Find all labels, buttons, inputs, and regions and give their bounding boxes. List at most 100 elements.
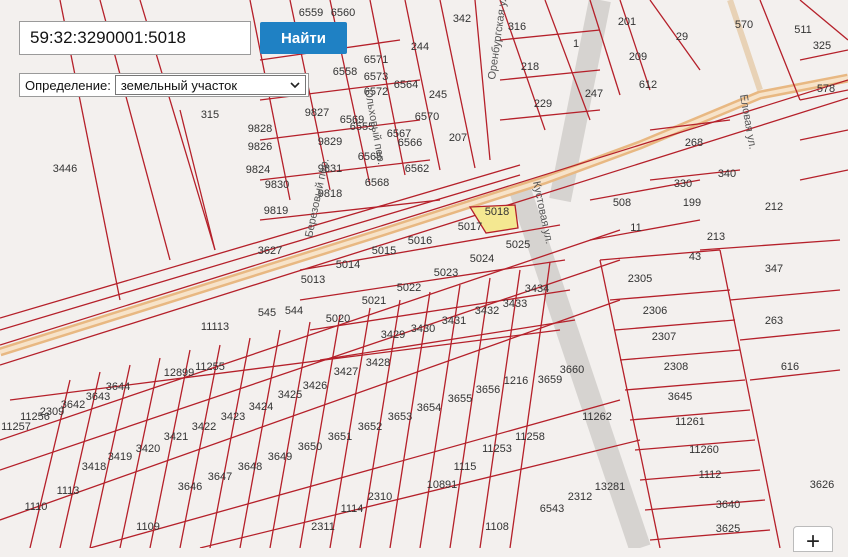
parcel-label: 616	[781, 361, 799, 373]
parcel-label: 5014	[336, 259, 360, 271]
parcel-label: 2311	[311, 521, 335, 533]
parcel-label: 11113	[201, 321, 229, 333]
parcel-label: 11257	[1, 421, 31, 433]
parcel-label: 263	[765, 315, 783, 327]
parcel-label: 340	[718, 168, 736, 180]
parcel-label: 1112	[699, 469, 722, 481]
parcel-label: 11	[630, 222, 641, 234]
parcel-label: 3655	[448, 393, 472, 405]
parcel-label: 11260	[689, 444, 719, 456]
parcel-label: 3660	[560, 364, 584, 376]
parcel-label: 330	[674, 178, 692, 190]
parcel-label: 3419	[108, 451, 132, 463]
parcel-label: 3656	[476, 384, 500, 396]
definition-label: Определение:	[25, 77, 111, 93]
parcel-label: 3431	[442, 315, 466, 327]
parcel-label: 3626	[810, 479, 834, 491]
parcel-label: 1109	[136, 521, 160, 533]
parcel-label: 1115	[454, 461, 477, 473]
parcel-label: 9830	[265, 179, 289, 191]
parcel-label: 3652	[358, 421, 382, 433]
parcel-label: 212	[765, 201, 783, 213]
parcel-label: 5020	[326, 313, 350, 325]
zoom-in-button[interactable]: +	[793, 526, 833, 555]
parcel-label: 3625	[716, 523, 740, 535]
parcel-label: 9828	[248, 123, 272, 135]
parcel-label: 3424	[249, 401, 273, 413]
parcel-label: 2310	[368, 491, 392, 503]
parcel-label: 6568	[365, 177, 389, 189]
parcel-label: 2308	[664, 361, 688, 373]
parcel-label: 3647	[208, 471, 232, 483]
parcel-label: 5025	[506, 239, 530, 251]
parcel-label: 3643	[86, 391, 110, 403]
parcel-label: 6571	[364, 54, 388, 66]
definition-selected-value: земельный участок	[120, 77, 238, 93]
parcel-label: 10891	[427, 479, 458, 491]
parcel-label: 9827	[305, 107, 329, 119]
parcel-label: 6564	[394, 79, 418, 91]
parcel-label: 9819	[264, 205, 288, 217]
chevron-down-icon	[290, 82, 300, 89]
parcel-label: 3646	[178, 481, 202, 493]
parcel-label: 325	[813, 40, 831, 52]
parcel-label: 3627	[258, 245, 282, 257]
parcel-label: 2312	[568, 491, 592, 503]
parcel-label: 3654	[417, 402, 441, 414]
parcel-label: 1113	[57, 485, 80, 497]
parcel-label: 247	[585, 88, 603, 100]
parcel-label: 268	[685, 137, 703, 149]
parcel-label: 6559	[299, 7, 323, 19]
definition-control: Определение: земельный участок	[19, 73, 309, 97]
parcel-label: 6570	[415, 111, 439, 123]
parcel-label: 3421	[164, 431, 188, 443]
parcel-label: 2305	[628, 273, 652, 285]
parcel-label: 3434	[525, 283, 549, 295]
parcel-label: 347	[765, 263, 783, 275]
parcel-label: 199	[683, 197, 701, 209]
parcel-label: 5017	[458, 221, 482, 233]
parcel-label: 11255	[195, 361, 225, 373]
parcel-label: 3432	[475, 305, 499, 317]
parcel-label: 3650	[298, 441, 322, 453]
parcel-label: 3429	[381, 329, 405, 341]
parcel-label: 3418	[82, 461, 106, 473]
parcel-label: 3428	[366, 357, 390, 369]
parcel-label: 2306	[643, 305, 667, 317]
parcel-label: 29	[676, 31, 688, 43]
parcel-label: 201	[618, 16, 636, 28]
parcel-label: 6566	[398, 137, 422, 149]
parcel-label: 508	[613, 197, 631, 209]
parcel-label: 244	[411, 41, 429, 53]
parcel-label: 3425	[278, 389, 302, 401]
parcel-label: 3430	[411, 323, 435, 335]
parcel-label: 3648	[238, 461, 262, 473]
parcel-label: 3649	[268, 451, 292, 463]
parcel-label: 3653	[388, 411, 412, 423]
parcel-label: 11258	[515, 431, 545, 443]
parcel-label: 218	[521, 61, 539, 73]
parcel-label: 5022	[397, 282, 421, 294]
parcel-label: 3420	[136, 443, 160, 455]
parcel-label: 213	[707, 231, 725, 243]
parcel-label: 3426	[303, 380, 327, 392]
parcel-label: 11262	[582, 411, 612, 423]
parcel-label: 1	[573, 38, 579, 50]
parcel-label: 3651	[328, 431, 352, 443]
parcel-label: 5015	[372, 245, 396, 257]
search-input[interactable]	[19, 21, 251, 55]
definition-select[interactable]: земельный участок	[114, 75, 306, 95]
parcel-label: 3422	[192, 421, 216, 433]
parcel-label: 1108	[485, 521, 509, 533]
parcel-label: 612	[639, 79, 657, 91]
parcel-label: 229	[534, 98, 552, 110]
parcel-label: 3433	[503, 298, 527, 310]
parcel-label: 545	[258, 307, 276, 319]
parcel-label: 11261	[675, 416, 705, 428]
parcel-label: 1114	[341, 503, 364, 515]
parcel-label: 9826	[248, 141, 272, 153]
parcel-label: 6558	[333, 66, 357, 78]
parcel-label: 316	[508, 21, 526, 33]
search-button[interactable]: Найти	[260, 22, 347, 54]
parcel-label: 5013	[301, 274, 325, 286]
